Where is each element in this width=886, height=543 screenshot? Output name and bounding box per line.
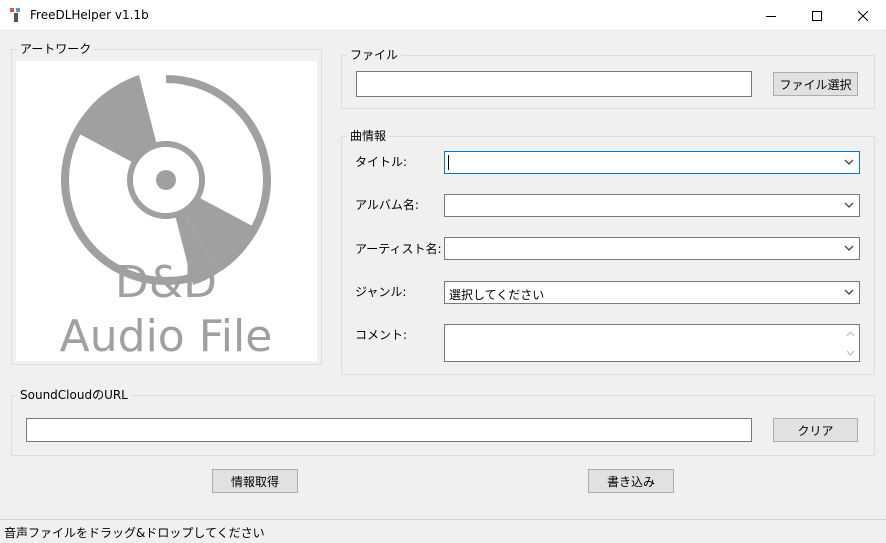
comment-scrollbar[interactable]	[843, 326, 858, 360]
album-label: アルバム名:	[355, 198, 419, 212]
chevron-down-icon[interactable]	[844, 289, 854, 296]
soundcloud-group-label: SoundCloudのURL	[17, 388, 131, 402]
genre-value: 選択してください	[449, 288, 545, 302]
write-button[interactable]: 書き込み	[588, 469, 674, 493]
disc-icon: D&D Audio File	[60, 73, 273, 362]
app-icon	[10, 8, 20, 22]
fetch-info-button[interactable]: 情報取得	[212, 469, 298, 493]
file-select-button[interactable]: ファイル選択	[773, 72, 858, 96]
genre-combobox[interactable]: 選択してください	[444, 281, 860, 304]
song-info-group-label: 曲情報	[347, 129, 390, 143]
chevron-down-icon[interactable]	[844, 159, 854, 166]
window-title: FreeDLHelper v1.1b	[30, 8, 149, 22]
text-caret	[448, 155, 449, 170]
artist-combobox[interactable]	[444, 237, 860, 260]
artist-label: アーティスト名:	[355, 242, 442, 256]
close-button[interactable]	[840, 0, 886, 31]
title-label: タイトル:	[355, 155, 408, 169]
album-combobox[interactable]	[444, 194, 860, 217]
status-bar: 音声ファイルをドラッグ&ドロップしてください	[0, 519, 886, 543]
minimize-icon	[766, 15, 776, 17]
scroll-up-icon[interactable]	[846, 331, 855, 337]
comment-label: コメント:	[355, 328, 408, 342]
artwork-placeholder-line2: Audio File	[60, 311, 273, 361]
status-text: 音声ファイルをドラッグ&ドロップしてください	[4, 526, 265, 540]
genre-label: ジャンル:	[355, 285, 407, 299]
chevron-down-icon[interactable]	[844, 202, 854, 209]
chevron-down-icon[interactable]	[844, 245, 854, 252]
artwork-drop-area[interactable]: D&D Audio File	[16, 61, 317, 362]
minimize-button[interactable]	[748, 0, 794, 31]
clear-button[interactable]: クリア	[773, 418, 858, 442]
comment-textarea[interactable]	[444, 324, 860, 362]
maximize-icon	[812, 10, 822, 21]
scroll-down-icon[interactable]	[846, 350, 855, 356]
maximize-button[interactable]	[794, 0, 840, 31]
soundcloud-url-input[interactable]	[26, 418, 752, 442]
file-group-label: ファイル	[347, 48, 402, 62]
artwork-group-label: アートワーク	[17, 42, 95, 56]
close-icon	[858, 10, 868, 21]
file-path-input[interactable]	[356, 71, 752, 97]
title-combobox[interactable]	[444, 151, 860, 174]
title-bar: FreeDLHelper v1.1b	[0, 0, 886, 31]
artwork-placeholder-line1: D&D	[115, 257, 217, 308]
